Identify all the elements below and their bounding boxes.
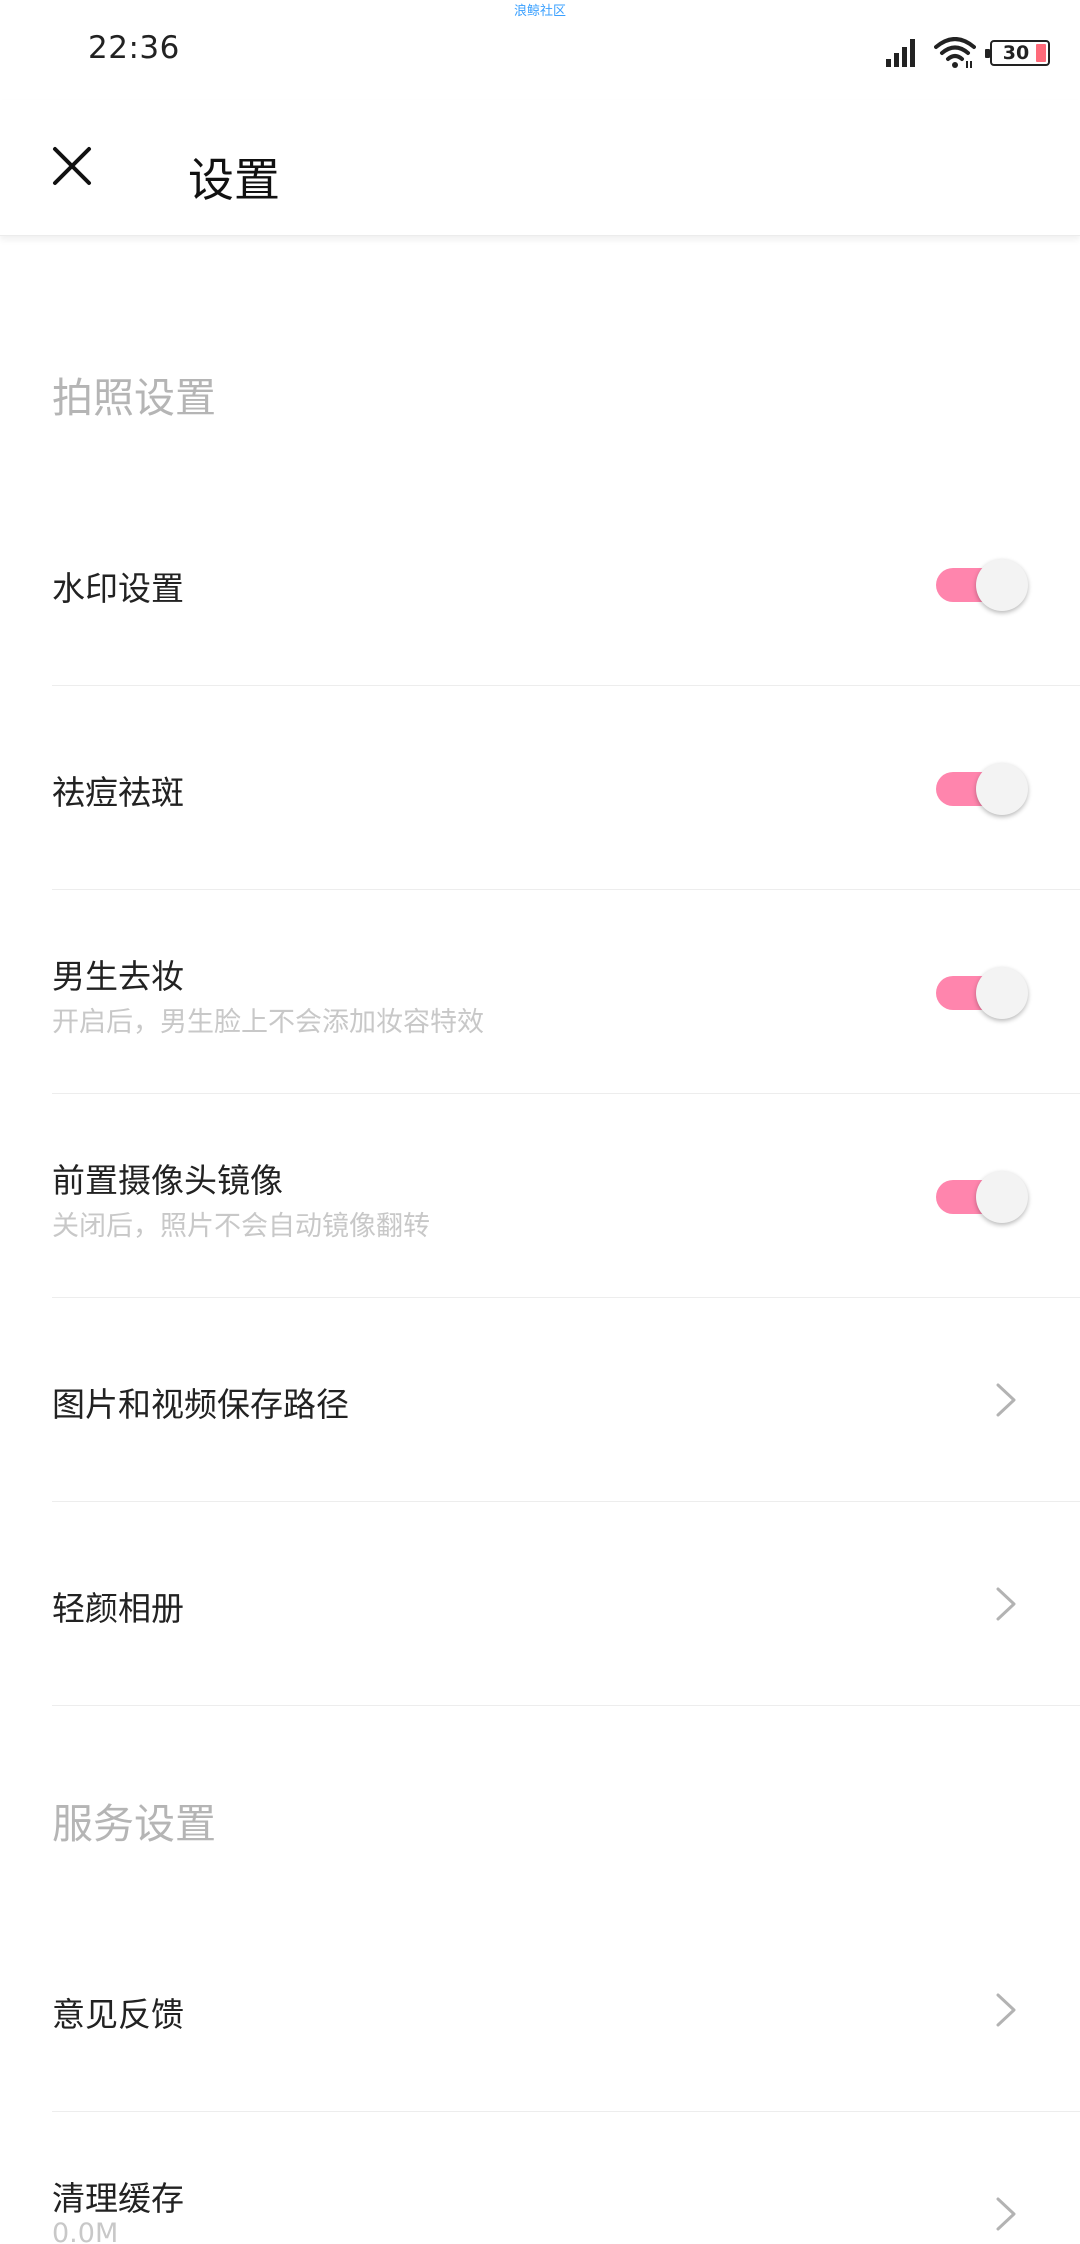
setting-row-clear-cache[interactable]: 清理缓存 0.0M	[52, 2112, 1080, 2244]
toggle-knob	[976, 559, 1028, 611]
setting-label: 男生去妆	[52, 957, 184, 996]
page-title: 设置	[188, 153, 280, 207]
settings-screen: 浪鲸社区 22:36 30 设置 拍照设置 水印设置 祛痘祛斑 男生去妆 开启后…	[0, 0, 1080, 2244]
battery-level	[1036, 44, 1046, 62]
chevron-right-icon	[988, 1380, 1024, 1420]
setting-subtitle: 开启后，男生脸上不会添加妆容特效	[52, 1007, 484, 1038]
battery-icon: 30	[985, 40, 1050, 66]
cache-size-value: 0.0M	[52, 2218, 119, 2244]
male-no-makeup-toggle[interactable]	[936, 964, 1028, 1020]
section-title-service: 服务设置	[52, 1800, 216, 1848]
toggle-knob	[976, 1171, 1028, 1223]
status-time: 22:36	[88, 30, 180, 66]
setting-label: 图片和视频保存路径	[52, 1385, 349, 1424]
setting-label: 清理缓存	[52, 2179, 184, 2218]
setting-label: 水印设置	[52, 569, 184, 608]
close-icon	[53, 147, 91, 185]
toggle-knob	[976, 967, 1028, 1019]
section-title-camera: 拍照设置	[52, 374, 216, 422]
setting-row-male-no-makeup[interactable]: 男生去妆 开启后，男生脸上不会添加妆容特效	[52, 890, 1080, 1094]
battery-percent: 30	[1002, 42, 1030, 64]
status-icons: 30	[886, 36, 1050, 70]
front-camera-mirror-toggle[interactable]	[936, 1168, 1028, 1224]
setting-row-acne-removal[interactable]: 祛痘祛斑	[52, 686, 1080, 890]
setting-row-front-camera-mirror[interactable]: 前置摄像头镜像 关闭后，照片不会自动镜像翻转	[52, 1094, 1080, 1298]
setting-subtitle: 关闭后，照片不会自动镜像翻转	[52, 1211, 430, 1242]
setting-label: 意见反馈	[52, 1995, 184, 2034]
status-bar: 浪鲸社区 22:36 30	[0, 0, 1080, 100]
toggle-knob	[976, 763, 1028, 815]
setting-row-watermark[interactable]: 水印设置	[52, 482, 1080, 686]
setting-row-feedback[interactable]: 意见反馈	[52, 1908, 1080, 2112]
setting-label: 祛痘祛斑	[52, 773, 184, 812]
wifi-icon	[934, 37, 976, 68]
chevron-right-icon	[988, 2194, 1024, 2234]
chevron-right-icon	[988, 1584, 1024, 1624]
watermark-toggle[interactable]	[936, 556, 1028, 612]
setting-label: 轻颜相册	[52, 1589, 184, 1628]
setting-row-album[interactable]: 轻颜相册	[52, 1502, 1080, 1706]
chevron-right-icon	[988, 1990, 1024, 2030]
setting-row-save-path[interactable]: 图片和视频保存路径	[52, 1298, 1080, 1502]
acne-removal-toggle[interactable]	[936, 760, 1028, 816]
setting-label: 前置摄像头镜像	[52, 1161, 283, 1200]
status-watermark: 浪鲸社区	[513, 4, 566, 19]
header-bar: 设置	[0, 100, 1080, 236]
signal-icon	[886, 39, 915, 67]
close-button[interactable]	[40, 134, 104, 198]
